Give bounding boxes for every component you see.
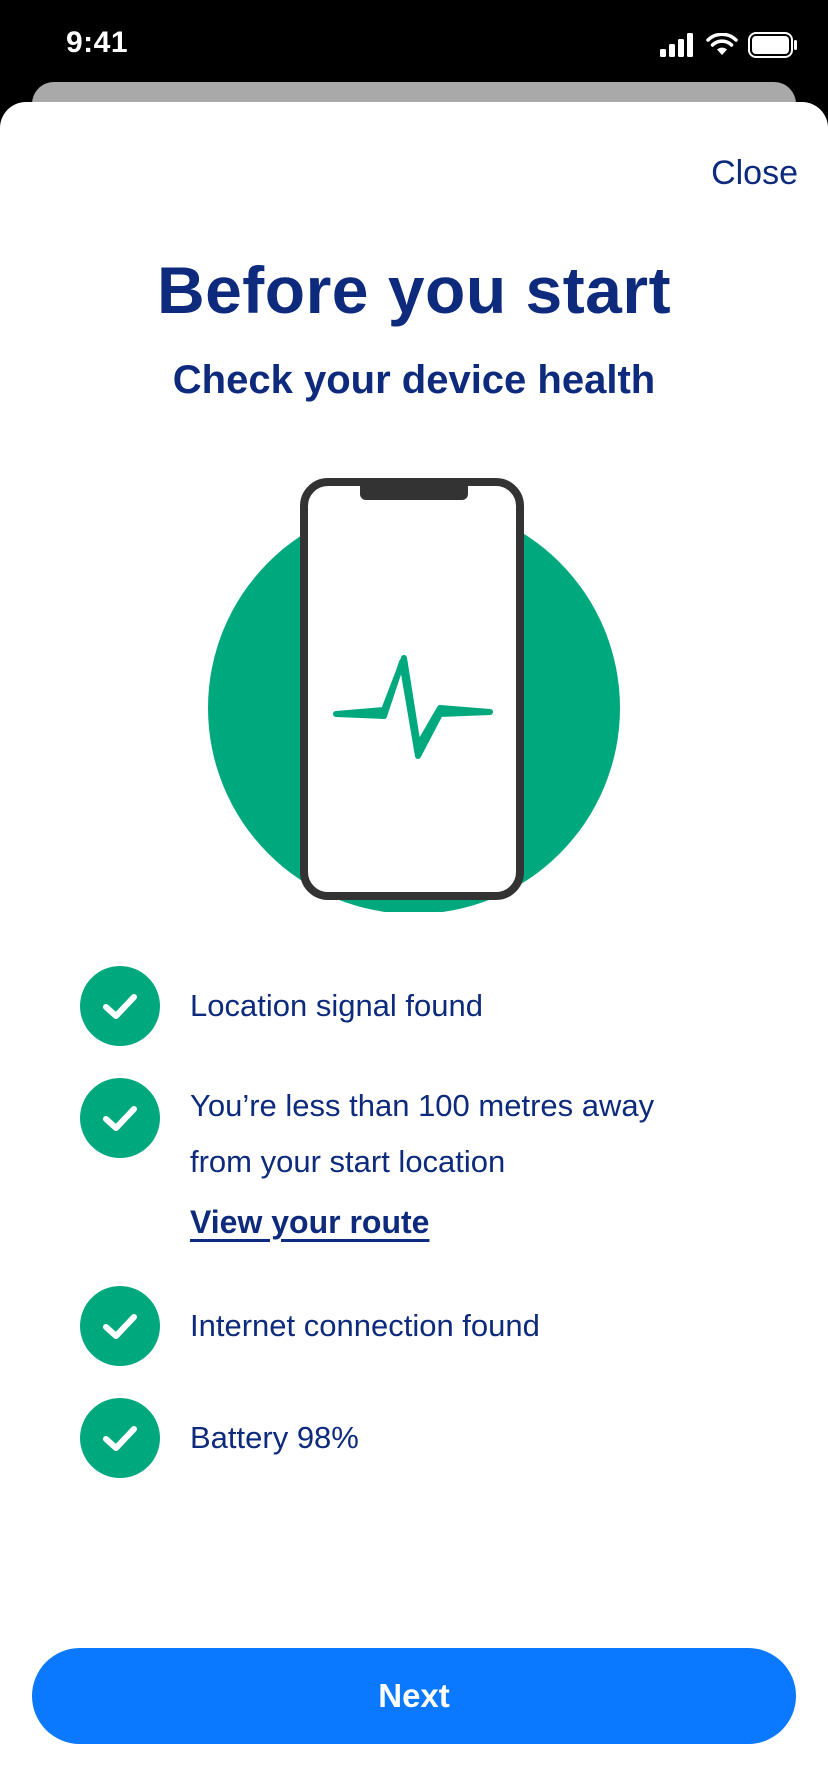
check-icon [80, 1078, 160, 1158]
status-time: 9:41 [66, 26, 129, 59]
check-label: Internet connection found [190, 1308, 540, 1343]
status-bar: 9:41 [0, 0, 828, 90]
signal-icon [660, 32, 696, 62]
close-button[interactable]: Close [711, 154, 798, 193]
next-button[interactable]: Next [32, 1648, 796, 1744]
check-icon [80, 966, 160, 1046]
check-label: You’re less than 100 metres away [190, 1088, 655, 1123]
check-label-continued: from your start location [190, 1144, 506, 1179]
check-label: Battery 98% [190, 1420, 359, 1455]
view-route-link[interactable]: View your route [190, 1204, 429, 1241]
status-icons [660, 30, 798, 64]
phone-health-icon [200, 476, 630, 914]
page-subtitle: Check your device health [172, 358, 656, 402]
page-title: Before you start [156, 253, 672, 327]
modal-sheet: Close Before you start Check your device… [0, 102, 828, 1792]
wifi-icon [706, 32, 738, 62]
check-icon [80, 1398, 160, 1478]
check-label: Location signal found [190, 988, 484, 1023]
check-icon [80, 1286, 160, 1366]
battery-icon [748, 31, 798, 63]
